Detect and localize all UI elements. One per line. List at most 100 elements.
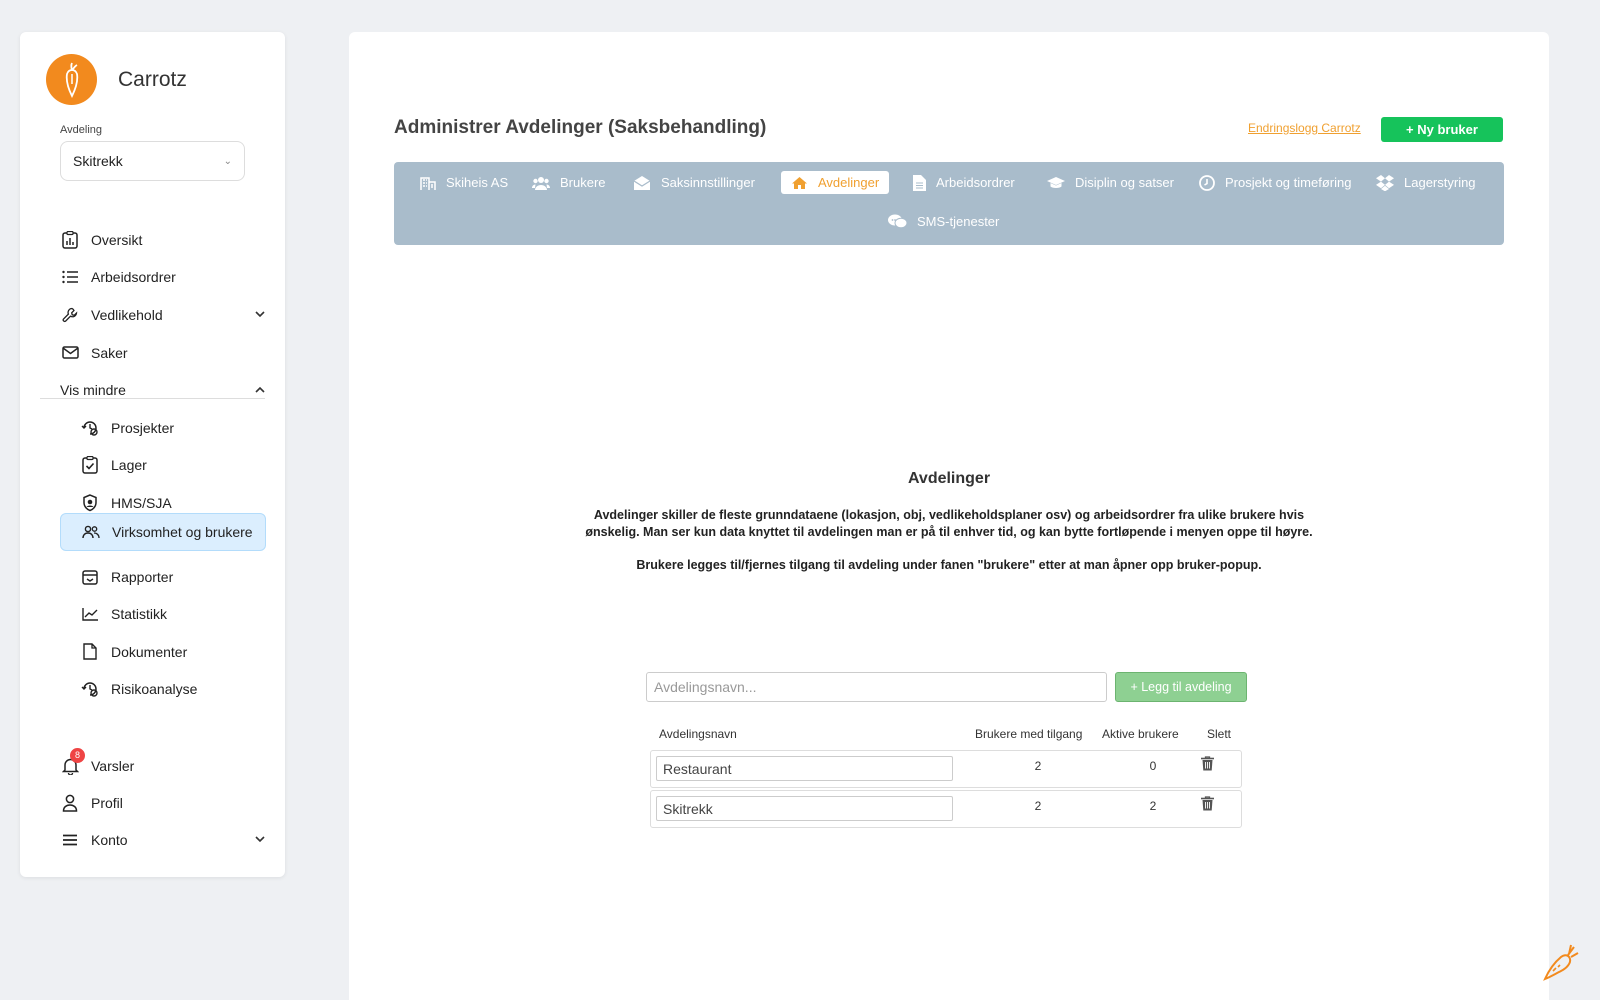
column-header-delete: Slett: [1207, 727, 1232, 741]
home-icon: [791, 176, 808, 190]
table-row: Skitrekk 2 2: [650, 790, 1242, 828]
tab-sms-tjenester[interactable]: SMS-tjenester: [878, 210, 1009, 233]
chevron-down-icon: ⌄: [223, 155, 232, 167]
sidebar-item-varsler[interactable]: 8 Varsler: [60, 747, 134, 784]
brand-name: Carrotz: [118, 67, 187, 91]
tab-label: Saksinnstillinger: [661, 175, 755, 190]
carrot-logo-icon: [46, 54, 97, 105]
tab-label: SMS-tjenester: [917, 214, 1000, 229]
sidebar-item-label: Profil: [91, 794, 123, 811]
chart-line-icon: [80, 604, 100, 624]
sidebar-divider: [40, 398, 265, 399]
shield-icon: [80, 493, 100, 513]
page-title: Administrer Avdelinger (Saksbehandling): [394, 117, 767, 138]
sidebar-item-label: Rapporter: [111, 568, 174, 585]
sidebar-item-risikoanalyse[interactable]: Risikoanalyse: [80, 670, 197, 707]
carrot-icon[interactable]: [1541, 942, 1581, 987]
users-icon: [81, 522, 101, 542]
main-content: Administrer Avdelinger (Saksbehandling) …: [349, 32, 1549, 1000]
tab-disiplin-og-satser[interactable]: Disiplin og satser: [1037, 171, 1184, 194]
sidebar-item-label: Varsler: [91, 757, 135, 774]
department-selected: Skitrekk: [73, 153, 123, 169]
clock-icon: [1199, 174, 1215, 191]
trash-icon[interactable]: [1201, 796, 1214, 816]
envelope-open-icon: [633, 175, 651, 191]
column-header-access: Brukere med tilgang: [975, 727, 1083, 741]
tab-prosjekt-og-timeforing[interactable]: Prosjekt og timeføring: [1189, 171, 1361, 194]
sidebar-item-label: Vis mindre: [60, 381, 126, 398]
sidebar-item-label: Oversikt: [91, 231, 143, 248]
tab-label: Prosjekt og timeføring: [1225, 175, 1352, 190]
sidebar-item-label: Lager: [111, 456, 147, 473]
tab-label: Skiheis AS: [446, 175, 509, 190]
graduation-cap-icon: [1047, 176, 1065, 189]
department-name-field[interactable]: Skitrekk: [656, 796, 953, 821]
changelog-link[interactable]: Endringslogg Carrotz: [1248, 121, 1361, 135]
department-name-field[interactable]: Restaurant: [656, 756, 953, 781]
section-description: Avdelinger skiller de fleste grunndataen…: [585, 508, 1313, 539]
sidebar-item-label: Risikoanalyse: [111, 680, 198, 697]
sidebar-toggle-vis-mindre[interactable]: Vis mindre: [60, 371, 265, 408]
tab-arbeidsordrer[interactable]: Arbeidsordrer: [903, 171, 1025, 194]
sidebar-item-label: Virksomhet og brukere: [112, 524, 253, 540]
risk-icon: [80, 679, 100, 699]
sidebar-item-label: Saker: [91, 344, 128, 361]
sidebar-item-label: Konto: [91, 831, 128, 848]
access-count: 2: [1034, 759, 1042, 773]
access-count: 2: [1034, 799, 1042, 813]
sidebar-item-vedlikehold[interactable]: Vedlikehold: [60, 296, 265, 333]
add-department-button[interactable]: + Legg til avdeling: [1115, 672, 1247, 702]
department-select[interactable]: Skitrekk ⌄: [60, 141, 245, 181]
sidebar-item-label: Arbeidsordrer: [91, 268, 176, 285]
sidebar-item-profil[interactable]: Profil: [60, 784, 123, 821]
sidebar-item-label: Prosjekter: [111, 419, 175, 436]
tab-skiheis-as[interactable]: Skiheis AS: [410, 171, 518, 194]
tab-label: Lagerstyring: [1404, 175, 1476, 190]
file-icon: [913, 174, 926, 191]
section-description-users: Brukere legges til/fjernes tilgang til a…: [636, 558, 1262, 572]
table-row: Restaurant 2 0: [650, 750, 1242, 788]
menu-icon: [60, 830, 80, 850]
building-icon: [420, 175, 436, 191]
active-count: 2: [1149, 799, 1157, 813]
sidebar-item-oversikt[interactable]: Oversikt: [60, 221, 142, 258]
trash-icon[interactable]: [1201, 756, 1214, 776]
sidebar-item-statistikk[interactable]: Statistikk: [80, 595, 167, 632]
tab-bar: Skiheis AS Brukere Saksinnstillinger Avd…: [394, 162, 1504, 245]
sidebar-item-lager[interactable]: Lager: [80, 446, 147, 483]
sidebar-item-label: Vedlikehold: [91, 306, 163, 323]
sidebar-item-prosjekter[interactable]: Prosjekter: [80, 409, 174, 446]
project-icon: [80, 418, 100, 438]
logo[interactable]: Carrotz: [46, 54, 187, 105]
sidebar-item-arbeidsordrer[interactable]: Arbeidsordrer: [60, 258, 176, 295]
sidebar: Carrotz Avdeling Skitrekk ⌄ Oversikt Arb…: [20, 32, 285, 877]
sidebar-item-saker[interactable]: Saker: [60, 334, 128, 371]
tab-label: Arbeidsordrer: [936, 175, 1015, 190]
sidebar-item-konto[interactable]: Konto: [60, 821, 265, 858]
user-icon: [60, 793, 80, 813]
list-icon: [60, 267, 80, 287]
chevron-down-icon: [255, 307, 265, 321]
document-icon: [80, 642, 100, 662]
sidebar-item-rapporter[interactable]: Rapporter: [80, 558, 173, 595]
sidebar-item-label: Statistikk: [111, 605, 168, 622]
tab-avdelinger[interactable]: Avdelinger: [781, 171, 890, 194]
tab-label: Disiplin og satser: [1075, 175, 1174, 190]
department-label: Avdeling: [60, 124, 102, 136]
tab-lagerstyring[interactable]: Lagerstyring: [1366, 171, 1486, 194]
sidebar-item-virksomhet-og-brukere[interactable]: Virksomhet og brukere: [60, 513, 266, 551]
department-name-input[interactable]: [646, 672, 1107, 702]
section-title: Avdelinger: [907, 470, 991, 487]
wrench-icon: [60, 305, 80, 325]
new-user-button[interactable]: + Ny bruker: [1381, 117, 1503, 142]
mail-icon: [60, 343, 80, 363]
dropbox-icon: [1376, 174, 1394, 191]
report-icon: [80, 567, 100, 587]
tab-label: Avdelinger: [818, 175, 880, 190]
active-count: 0: [1149, 759, 1157, 773]
sidebar-item-dokumenter[interactable]: Dokumenter: [80, 633, 187, 670]
bell-icon: 8: [60, 747, 85, 776]
tab-saksinnstillinger[interactable]: Saksinnstillinger: [623, 171, 765, 194]
tab-brukere[interactable]: Brukere: [522, 171, 616, 194]
chat-icon: [888, 214, 907, 229]
